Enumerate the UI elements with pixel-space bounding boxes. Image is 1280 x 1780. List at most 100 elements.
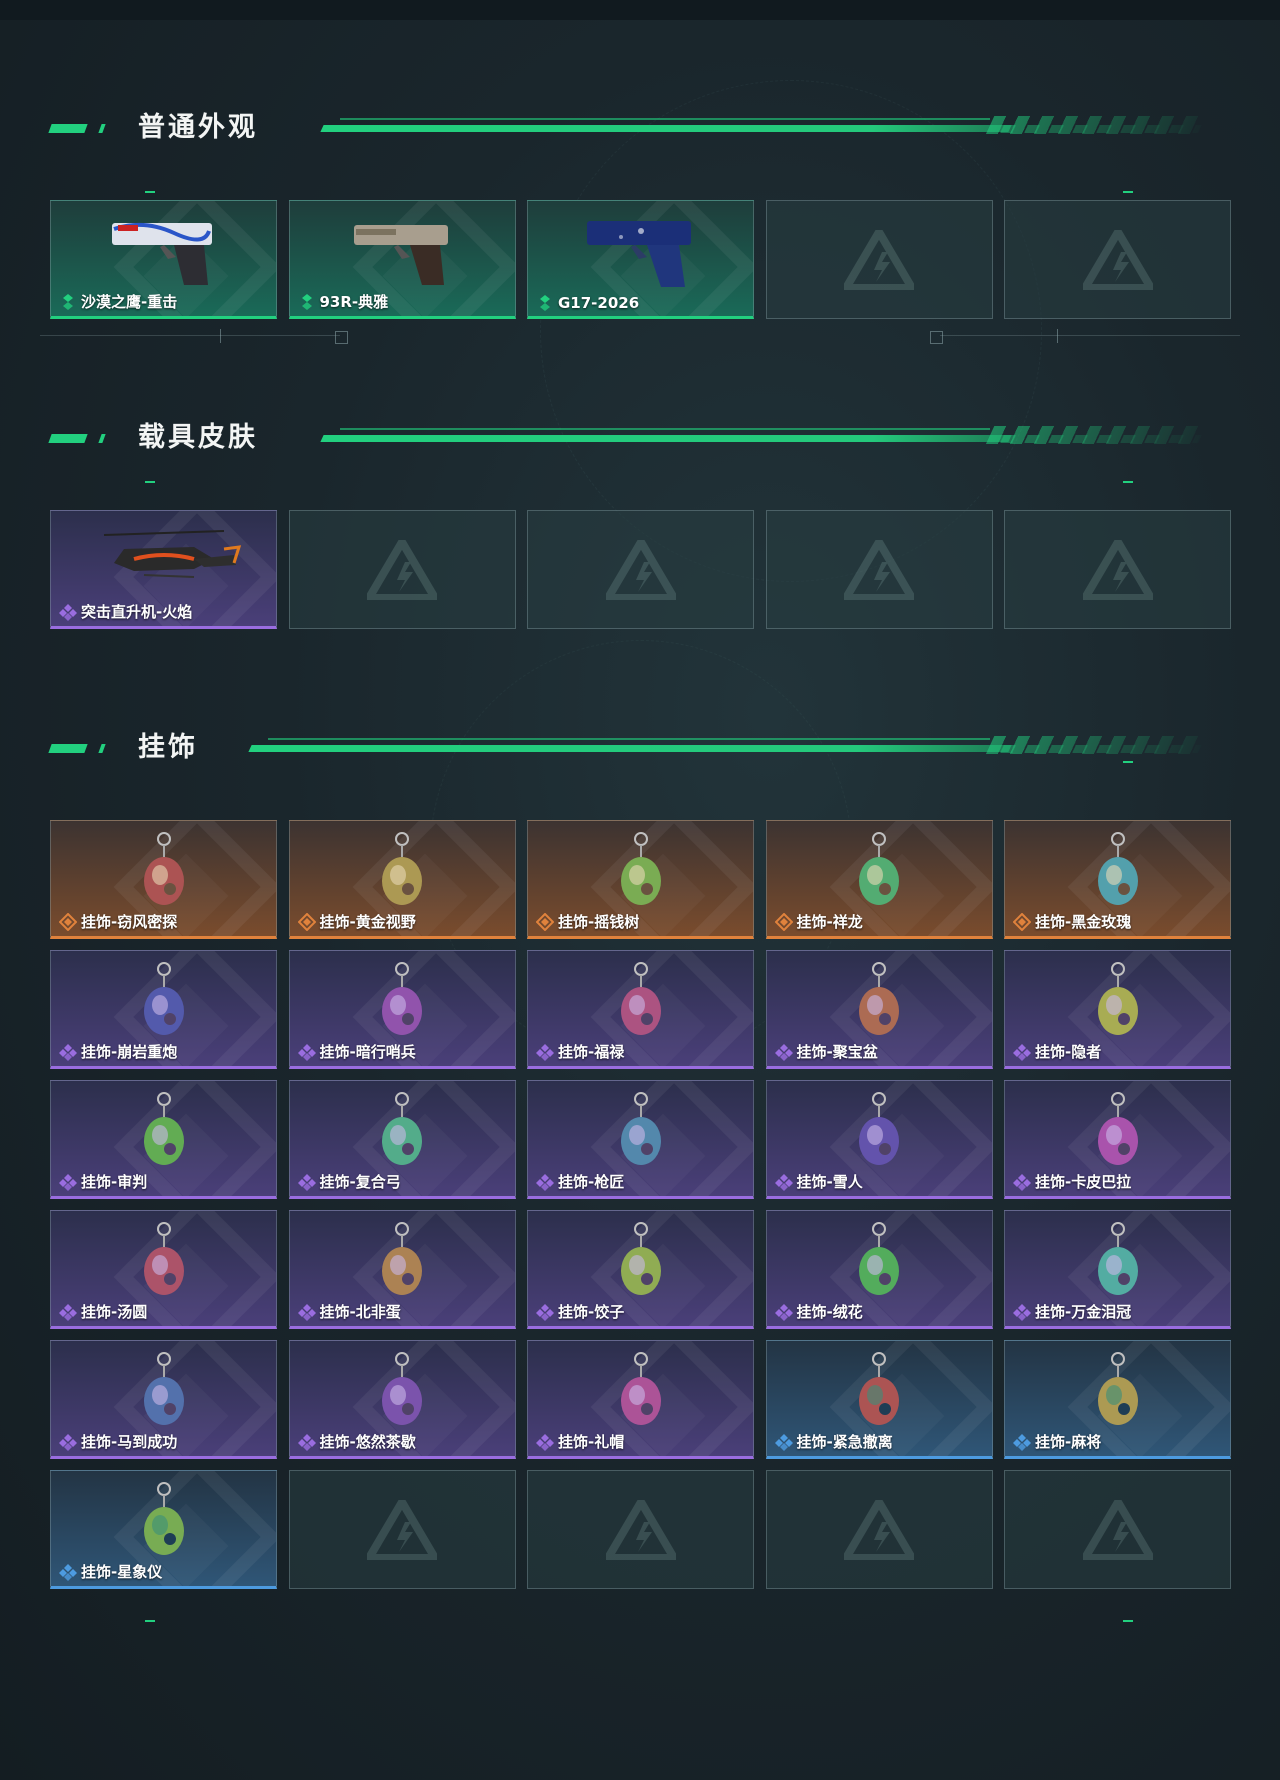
placeholder-logo-icon [844, 1499, 914, 1560]
item-label: 挂饰-汤圆 [59, 1301, 147, 1322]
rarity-orange-icon [774, 912, 793, 931]
item-card[interactable]: 挂饰-枪匠 [527, 1080, 754, 1199]
item-name: 挂饰-摇钱树 [558, 913, 640, 931]
charm-icon [1097, 1222, 1138, 1295]
item-card[interactable]: 挂饰-祥龙 [765, 820, 993, 939]
item-name: 挂饰-汤圆 [81, 1303, 148, 1321]
empty-slot [1004, 1470, 1231, 1589]
charm-icon [1097, 962, 1138, 1035]
charm-icon [1097, 1092, 1138, 1165]
item-card[interactable]: 挂饰-悠然茶歇 [288, 1340, 516, 1459]
rarity-purple-icon [536, 1303, 554, 1321]
item-card[interactable]: 挂饰-摇钱树 [527, 820, 754, 939]
item-card[interactable]: 挂饰-审判 [50, 1080, 277, 1199]
item-card[interactable]: 突击直升机-火焰 [50, 510, 277, 629]
charm-icon [143, 1222, 184, 1295]
item-card[interactable]: 挂饰-黄金视野 [288, 820, 516, 939]
item-name: 挂饰-北非蛋 [319, 1303, 401, 1321]
item-name: 突击直升机-火焰 [81, 603, 193, 621]
charm-icon [620, 962, 661, 1035]
rarity-orange-icon [536, 912, 554, 931]
item-label: 挂饰-绒花 [774, 1301, 863, 1322]
rarity-blue-icon [774, 1433, 793, 1451]
rarity-green-icon [540, 295, 550, 311]
item-label: 挂饰-黄金视野 [297, 911, 416, 932]
charm-icon [1097, 1352, 1138, 1425]
item-label: 挂饰-暗行哨兵 [297, 1041, 416, 1062]
attack-helicopter-icon [103, 530, 241, 578]
item-name: 93R-典雅 [319, 293, 389, 311]
item-name: 挂饰-复合弓 [319, 1173, 401, 1191]
charm-icon [143, 1352, 184, 1425]
charm-icon [859, 832, 899, 905]
item-name: 挂饰-聚宝盆 [796, 1043, 878, 1061]
item-card[interactable]: 挂饰-聚宝盆 [765, 950, 993, 1069]
item-card[interactable]: 挂饰-窃风密探 [50, 820, 277, 939]
item-card[interactable]: 挂饰-汤圆 [50, 1210, 277, 1329]
rarity-purple-icon [297, 1303, 316, 1321]
item-card[interactable]: 挂饰-礼帽 [527, 1340, 754, 1459]
item-card[interactable]: 挂饰-饺子 [527, 1210, 754, 1329]
item-card[interactable]: 挂饰-雪人 [765, 1080, 993, 1199]
item-card[interactable]: 挂饰-暗行哨兵 [288, 950, 516, 1069]
item-label: 93R-典雅 [298, 291, 389, 312]
desert-eagle-pistol-icon [111, 222, 212, 285]
item-card[interactable]: G17-2026 [527, 200, 754, 319]
item-card[interactable]: 沙漠之鹰-重击 [50, 200, 277, 319]
placeholder-logo-icon [605, 1499, 676, 1560]
item-card[interactable]: 挂饰-麻将 [1004, 1340, 1231, 1459]
item-card[interactable]: 挂饰-星象仪 [50, 1470, 277, 1589]
item-card[interactable]: 挂饰-北非蛋 [288, 1210, 516, 1329]
section-title: 挂饰 [138, 732, 198, 763]
header-deco [48, 744, 88, 753]
item-card[interactable]: 挂饰-福禄 [527, 950, 754, 1069]
item-label: 挂饰-北非蛋 [297, 1301, 401, 1322]
grid-charms: 挂饰-窃风密探 挂饰-黄金视野 挂饰-摇钱树 挂饰-祥龙 挂饰-黑金玫瑰 挂饰-崩岩重炮挂… [50, 820, 1231, 1589]
rarity-purple-icon [1013, 1303, 1031, 1321]
corner-mark [1123, 191, 1133, 193]
placeholder-logo-icon [844, 539, 914, 600]
item-label: 挂饰-紧急撤离 [774, 1431, 893, 1452]
section-title: 载具皮肤 [138, 422, 258, 453]
item-label: 挂饰-卡皮巴拉 [1013, 1171, 1131, 1192]
corner-mark [145, 191, 155, 193]
item-name: 挂饰-黄金视野 [319, 913, 416, 931]
item-card[interactable]: 挂饰-复合弓 [288, 1080, 516, 1199]
item-card[interactable]: 挂饰-崩岩重炮 [50, 950, 277, 1069]
item-label: 沙漠之鹰-重击 [59, 291, 177, 312]
item-card[interactable]: 挂饰-绒花 [765, 1210, 993, 1329]
item-card[interactable]: 挂饰-隐者 [1004, 950, 1231, 1069]
item-name: 挂饰-马到成功 [81, 1433, 178, 1451]
item-card[interactable]: 挂饰-紧急撤离 [765, 1340, 993, 1459]
header-line [340, 118, 990, 120]
item-card[interactable]: 挂饰-黑金玫瑰 [1004, 820, 1231, 939]
item-card[interactable]: 93R-典雅 [288, 200, 516, 319]
charm-icon [620, 832, 661, 905]
rarity-purple-icon [297, 1433, 316, 1451]
charm-icon [143, 1092, 184, 1165]
charm-icon [620, 1222, 661, 1295]
item-label: 挂饰-福禄 [536, 1041, 624, 1062]
charm-icon [620, 1352, 661, 1425]
header-deco [48, 434, 88, 443]
section-header-normal-skins: 普通外观 [48, 108, 1205, 148]
rarity-purple-icon [297, 1173, 316, 1191]
rarity-purple-icon [536, 1043, 554, 1061]
item-name: G17-2026 [558, 294, 640, 312]
header-deco [98, 744, 106, 753]
rarity-purple-icon [59, 1433, 77, 1451]
item-card[interactable]: 挂饰-马到成功 [50, 1340, 277, 1459]
item-card[interactable]: 挂饰-卡皮巴拉 [1004, 1080, 1231, 1199]
item-name: 挂饰-礼帽 [558, 1433, 625, 1451]
item-label: 挂饰-聚宝盆 [774, 1041, 878, 1062]
item-name: 挂饰-绒花 [796, 1303, 863, 1321]
rarity-purple-icon [59, 603, 77, 621]
item-label: 挂饰-枪匠 [536, 1171, 624, 1192]
charm-icon [859, 1092, 899, 1165]
item-label: 挂饰-崩岩重炮 [59, 1041, 177, 1062]
header-checker [988, 745, 1202, 753]
rarity-purple-icon [774, 1043, 793, 1061]
item-label: 挂饰-雪人 [774, 1171, 863, 1192]
item-card[interactable]: 挂饰-万金泪冠 [1004, 1210, 1231, 1329]
rarity-blue-icon [59, 1563, 77, 1581]
